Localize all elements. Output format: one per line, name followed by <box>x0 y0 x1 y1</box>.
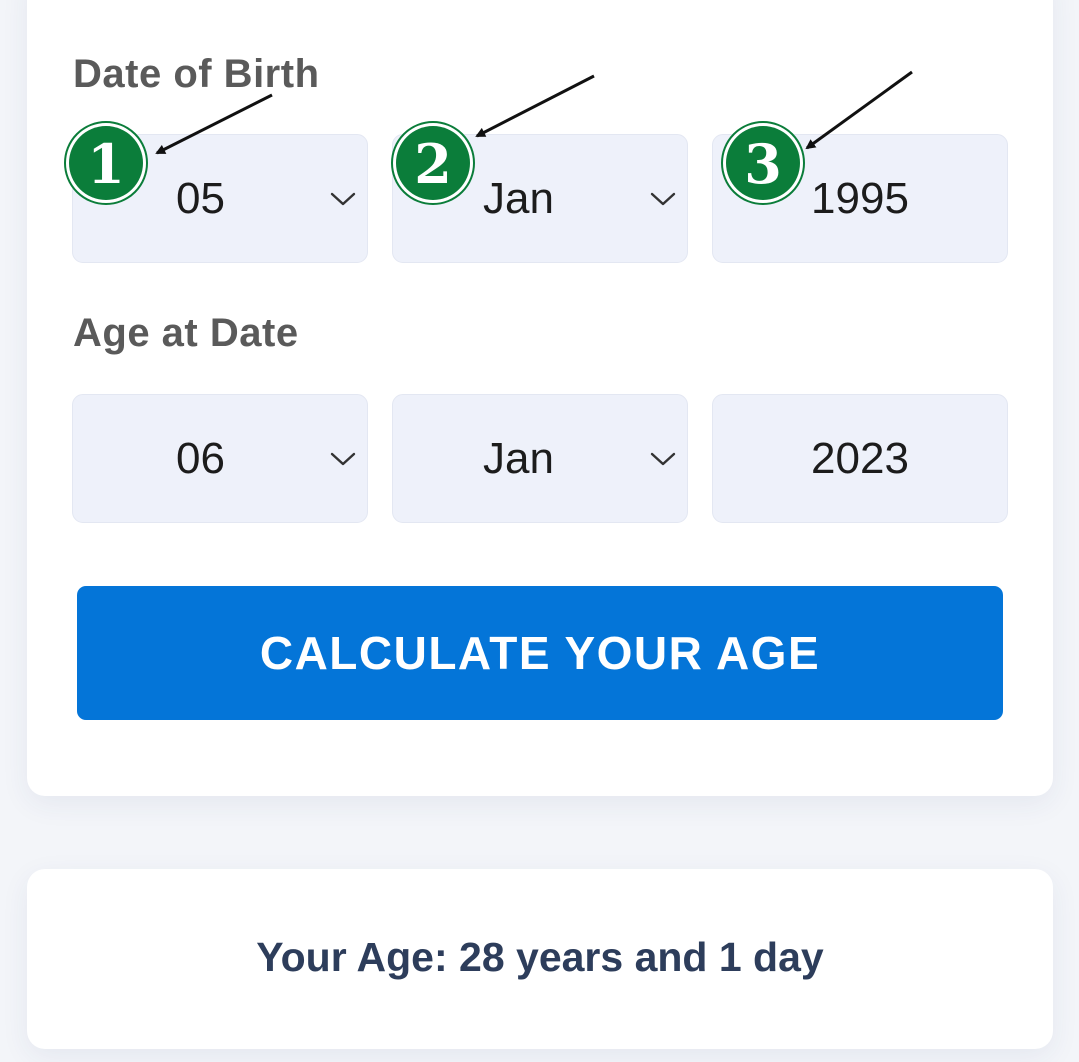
age-at-date-label: Age at Date <box>73 311 299 355</box>
badge-3-icon: 3 <box>721 121 805 205</box>
chevron-down-icon <box>650 192 676 206</box>
badge-2-number: 2 <box>414 132 452 196</box>
age-form-card: Date of Birth 05 Jan 1995 Age at Date 06… <box>27 0 1053 796</box>
birth-day-value: 05 <box>176 173 225 223</box>
target-year-input[interactable]: 2023 <box>712 394 1008 523</box>
badge-3-number: 3 <box>744 132 782 196</box>
birth-month-value: Jan <box>483 173 554 223</box>
badge-1-icon: 1 <box>64 121 148 205</box>
age-result-text: Your Age: 28 years and 1 day <box>256 934 824 980</box>
badge-2-icon: 2 <box>391 121 475 205</box>
target-day-select[interactable]: 06 <box>72 394 368 523</box>
calculate-age-button[interactable]: CALCULATE YOUR AGE <box>77 586 1003 720</box>
chevron-down-icon <box>650 452 676 466</box>
target-month-select[interactable]: Jan <box>392 394 688 523</box>
target-year-value: 2023 <box>811 433 909 483</box>
result-card: Your Age: 28 years and 1 day <box>27 869 1053 1049</box>
date-of-birth-label: Date of Birth <box>73 52 320 96</box>
chevron-down-icon <box>330 452 356 466</box>
target-month-value: Jan <box>483 433 554 483</box>
badge-1-number: 1 <box>87 132 125 196</box>
target-day-value: 06 <box>176 433 225 483</box>
chevron-down-icon <box>330 192 356 206</box>
